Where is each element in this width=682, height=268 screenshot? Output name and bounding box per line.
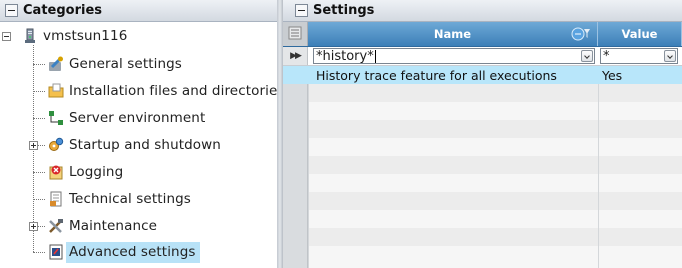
row-pointer-icon: ▶▶: [290, 51, 302, 61]
column-header-value[interactable]: Value: [598, 22, 682, 46]
category-logging[interactable]: Logging: [48, 161, 123, 183]
setting-name-cell: History trace feature for all executions: [316, 67, 557, 83]
tools-icon: [48, 218, 64, 234]
advanced-doc-icon: [48, 244, 64, 260]
name-filter-value: *history*: [316, 48, 374, 64]
empty-row: [283, 138, 682, 156]
settings-panel: Settings Name Value ▶▶ *history* * Histo…: [283, 0, 682, 268]
error-log-icon: [48, 164, 64, 180]
empty-row: [283, 192, 682, 210]
value-filter-value: *: [603, 48, 610, 64]
tree-connector: [33, 252, 45, 253]
wrench-icon: [48, 56, 64, 72]
category-label: Installation files and directories: [69, 83, 277, 99]
tree-connector: [33, 199, 45, 200]
column-value-label: Value: [621, 27, 658, 41]
empty-row: [283, 228, 682, 246]
category-label: Maintenance: [69, 218, 158, 234]
empty-row: [283, 210, 682, 228]
tree-root-server[interactable]: vmstsun116: [22, 25, 127, 47]
category-technical-settings[interactable]: Technical settings: [48, 188, 191, 210]
tree-connector: [33, 118, 45, 119]
category-label: Startup and shutdown: [69, 137, 221, 153]
settings-collapse-button[interactable]: [295, 4, 308, 17]
category-installation-files[interactable]: Installation files and directories: [48, 80, 277, 102]
settings-grid-header: Name Value: [283, 22, 682, 47]
category-label: General settings: [69, 56, 182, 72]
chevron-down-icon[interactable]: [581, 50, 593, 62]
column-divider: [308, 84, 309, 268]
empty-row: [283, 84, 682, 102]
gears-icon: [48, 137, 64, 153]
column-divider: [598, 84, 599, 268]
category-label: Technical settings: [69, 191, 191, 207]
settings-title: Settings: [313, 3, 375, 18]
root-expander[interactable]: [2, 32, 11, 41]
value-filter-select[interactable]: *: [600, 48, 678, 64]
filter-row: ▶▶ *history* *: [283, 47, 682, 66]
setting-value-cell: Yes: [602, 67, 623, 83]
category-maintenance[interactable]: Maintenance: [48, 215, 157, 237]
category-label: Advanced settings: [66, 241, 200, 263]
column-name-label: Name: [433, 27, 472, 41]
categories-title: Categories: [23, 3, 103, 18]
name-filter-input[interactable]: *history*: [313, 48, 595, 64]
empty-row: [283, 156, 682, 174]
maintenance-expander[interactable]: [29, 222, 38, 231]
row-header-cell: [283, 66, 308, 84]
categories-panel: Categories vmstsun116 General settings I…: [0, 0, 277, 268]
category-general-settings[interactable]: General settings: [48, 53, 182, 75]
tree-root-label: vmstsun116: [43, 28, 128, 44]
tree-connector: [33, 64, 45, 65]
document-icon: [48, 191, 64, 207]
category-label: Server environment: [69, 110, 206, 126]
tree-connector: [33, 172, 45, 173]
startup-expander[interactable]: [29, 141, 38, 150]
grid-options-icon[interactable]: [288, 26, 302, 43]
category-label: Logging: [69, 164, 124, 180]
filter-row-header: ▶▶: [283, 47, 308, 65]
settings-header: Settings: [283, 0, 682, 22]
category-advanced-settings[interactable]: Advanced settings: [48, 241, 200, 263]
chevron-down-icon[interactable]: [664, 50, 676, 62]
empty-row: [283, 246, 682, 268]
network-icon: [48, 110, 64, 126]
categories-collapse-button[interactable]: [5, 4, 18, 17]
categories-header: Categories: [0, 0, 277, 22]
empty-row: [283, 174, 682, 192]
empty-row: [283, 120, 682, 138]
empty-row: [283, 102, 682, 120]
category-server-environment[interactable]: Server environment: [48, 107, 205, 129]
text-caret: [374, 49, 376, 63]
server-icon: [22, 28, 38, 44]
column-header-name[interactable]: Name: [308, 22, 598, 46]
table-row[interactable]: History trace feature for all executions…: [283, 66, 682, 84]
category-startup-shutdown[interactable]: Startup and shutdown: [48, 134, 221, 156]
tree-connector: [33, 91, 45, 92]
row-header-column[interactable]: [283, 22, 308, 46]
folder-icon: [48, 83, 64, 99]
filter-icon[interactable]: [571, 26, 591, 45]
